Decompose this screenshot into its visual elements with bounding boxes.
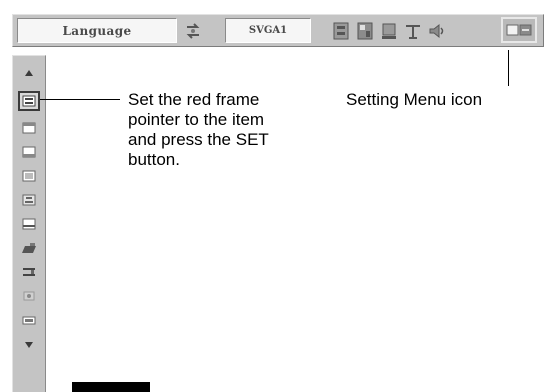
language-icon[interactable]	[18, 91, 40, 111]
language-label: Language	[17, 18, 177, 43]
item-10-icon[interactable]	[21, 312, 37, 328]
display-mode-field: SVGA1	[225, 18, 311, 43]
instruction-line-1: Set the red frame	[128, 90, 260, 109]
image-select-icon[interactable]	[355, 20, 375, 41]
setting-menu-icon[interactable]	[501, 17, 537, 43]
sound-icon[interactable]	[427, 20, 447, 41]
item-5-icon[interactable]	[21, 192, 37, 208]
swap-icon[interactable]	[183, 20, 203, 41]
item-8-icon[interactable]	[21, 264, 37, 280]
setting-menu-callout-line	[508, 50, 509, 86]
item-4-icon[interactable]	[21, 168, 37, 184]
setting-menu-label: Setting Menu icon	[346, 90, 483, 109]
item-2-icon[interactable]	[21, 120, 37, 136]
pc-adjust-icon[interactable]	[403, 20, 423, 41]
instruction-text: Set the red frame pointer to the item an…	[128, 90, 269, 170]
instruction-line-3: and press the SET	[128, 130, 269, 149]
item-sidebar	[12, 55, 46, 392]
instruction-line-2: pointer to the item	[128, 110, 265, 129]
item-9-icon[interactable]	[21, 288, 37, 304]
arrow-down-icon[interactable]	[21, 337, 37, 353]
black-tab	[72, 382, 150, 392]
item-3-icon[interactable]	[21, 144, 37, 160]
arrow-up-icon[interactable]	[21, 65, 37, 81]
instruction-callout-line	[40, 99, 120, 100]
screen-icon[interactable]	[379, 20, 399, 41]
menu-bar: Language SVGA1	[12, 14, 544, 47]
item-6-icon[interactable]	[21, 216, 37, 232]
item-7-icon[interactable]	[21, 240, 37, 256]
instruction-line-4: button.	[128, 150, 180, 169]
image-adjust-icon[interactable]	[331, 20, 351, 41]
